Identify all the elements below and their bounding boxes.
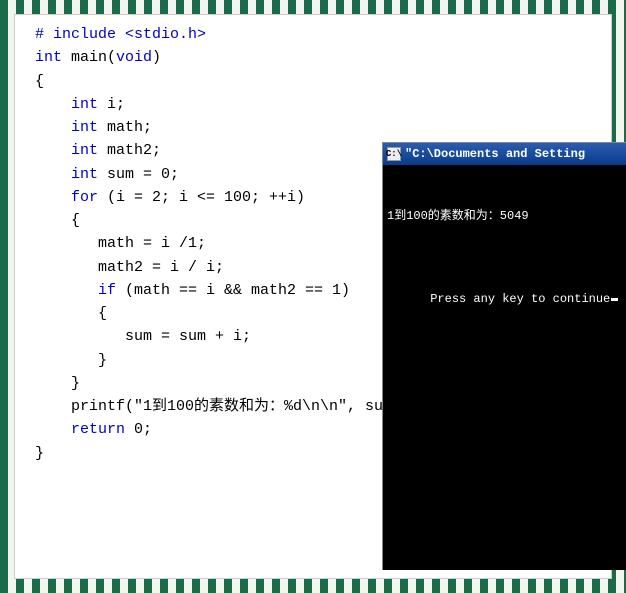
decl-i: i; bbox=[98, 96, 125, 113]
keyword-if: if bbox=[35, 282, 116, 299]
console-icon: C:\ bbox=[387, 147, 401, 161]
main-name: main( bbox=[62, 49, 116, 66]
console-prompt-line: Press any key to continue bbox=[430, 292, 610, 306]
preprocessor-include: # include <stdio.h> bbox=[35, 26, 206, 43]
keyword-int: int bbox=[35, 142, 98, 159]
console-cursor bbox=[611, 298, 618, 301]
if-cond: (math == i && math2 == 1) bbox=[116, 282, 350, 299]
console-window[interactable]: C:\ "C:\Documents and Setting 1到100的素数和为… bbox=[382, 142, 626, 570]
decl-math2: math2; bbox=[98, 142, 161, 159]
keyword-return: return bbox=[35, 421, 125, 438]
keyword-for: for bbox=[35, 189, 98, 206]
paren-close: ) bbox=[152, 49, 161, 66]
return-val: 0; bbox=[125, 421, 152, 438]
keyword-int: int bbox=[35, 166, 98, 183]
decl-math: math; bbox=[98, 119, 152, 136]
brace-open: { bbox=[35, 70, 605, 93]
console-title: "C:\Documents and Setting bbox=[405, 147, 585, 161]
console-body: 1到100的素数和为：5049 Press any key to continu… bbox=[383, 165, 626, 371]
keyword-int: int bbox=[35, 119, 98, 136]
console-output-line: 1到100的素数和为：5049 bbox=[387, 207, 622, 226]
keyword-void: void bbox=[116, 49, 152, 66]
for-cond: (i = 2; i <= 100; ++i) bbox=[98, 189, 305, 206]
decl-sum: sum = 0; bbox=[98, 166, 179, 183]
keyword-int: int bbox=[35, 49, 62, 66]
console-titlebar[interactable]: C:\ "C:\Documents and Setting bbox=[383, 143, 626, 165]
keyword-int: int bbox=[35, 96, 98, 113]
